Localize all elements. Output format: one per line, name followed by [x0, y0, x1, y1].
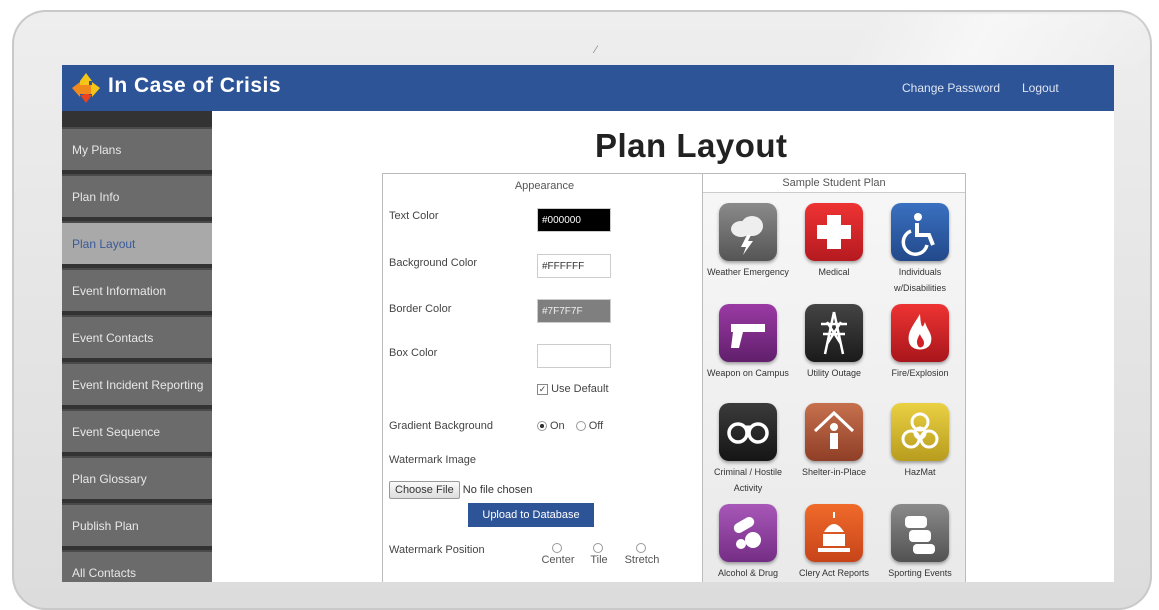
shelter-in-place-label: Shelter-in-Place	[801, 467, 867, 477]
position-stretch-option[interactable]: Stretch	[619, 542, 665, 566]
sidebar-item-publish-plan[interactable]: Publish Plan	[62, 503, 212, 546]
cars-icon	[905, 516, 935, 554]
pills-icon	[733, 517, 761, 549]
checkbox-checked-icon: ✓	[537, 383, 548, 395]
biohazard-icon	[901, 412, 939, 449]
sidebar-item-event-contacts[interactable]: Event Contacts	[62, 315, 212, 358]
fire-explosion-tile[interactable]	[891, 304, 949, 362]
clery-act-tile[interactable]	[805, 504, 863, 562]
hazmat-tile[interactable]	[891, 403, 949, 461]
sidebar-item-plan-info[interactable]: Plan Info	[62, 174, 212, 217]
gradient-radio-group: On Off	[537, 420, 603, 432]
gun-icon	[731, 324, 765, 348]
page-title: Plan Layout	[595, 127, 788, 164]
flame-icon	[908, 314, 932, 350]
text-color-input[interactable]: #000000	[537, 208, 611, 232]
weather-emergency-label: Weather Emergency	[707, 267, 789, 277]
clery-act-label: Clery Act Reports	[798, 568, 870, 578]
radio-unselected-icon	[635, 543, 646, 554]
power-tower-icon	[821, 311, 847, 355]
sample-plan-title: Sample Student Plan	[703, 174, 965, 193]
sidebar-item-all-contacts[interactable]: All Contacts	[62, 550, 212, 582]
change-password-link[interactable]: Change Password	[902, 81, 1000, 95]
disabilities-label: Individuals w/Disabilities	[893, 267, 946, 293]
alcohol-drug-label: Alcohol & Drug	[717, 568, 779, 578]
medical-cross-icon	[817, 215, 851, 249]
sidebar: My Plans Plan Info Plan Layout Event Inf…	[62, 111, 212, 582]
gradient-off-label: Off	[588, 420, 604, 432]
browser-screen: In Case of Crisis Change Password Logout…	[62, 65, 1114, 582]
watermark-position-label: Watermark Position	[389, 544, 485, 556]
radio-unselected-icon	[551, 543, 562, 554]
border-color-input[interactable]: #7F7F7F	[537, 299, 611, 323]
sporting-events-tile[interactable]	[891, 504, 949, 562]
choose-file-button[interactable]: Choose File	[389, 481, 460, 499]
gradient-label: Gradient Background	[389, 420, 493, 432]
capitol-icon	[818, 512, 850, 552]
sidebar-item-event-information[interactable]: Event Information	[62, 268, 212, 311]
position-center-option[interactable]: Center	[537, 542, 579, 566]
medical-label: Medical	[818, 267, 850, 277]
sample-plan-panel: Sample Student Plan Weather Emergency Me…	[702, 173, 966, 582]
text-color-label: Text Color	[389, 210, 439, 222]
watermark-image-label: Watermark Image	[389, 454, 477, 466]
gradient-off-radio[interactable]: Off	[575, 420, 604, 432]
logout-link[interactable]: Logout	[1022, 81, 1059, 95]
position-tile-option[interactable]: Tile	[581, 542, 617, 566]
criminal-activity-label: Criminal / Hostile Activity	[713, 467, 782, 493]
sidebar-item-event-sequence[interactable]: Event Sequence	[62, 409, 212, 452]
weapon-on-campus-tile[interactable]	[719, 304, 777, 362]
camera-icon: ⁄	[595, 44, 597, 56]
utility-outage-tile[interactable]	[805, 304, 863, 362]
criminal-activity-tile[interactable]	[719, 403, 777, 461]
no-file-label: No file chosen	[462, 484, 533, 496]
appearance-panel: Appearance Text Color #000000 Background…	[382, 173, 707, 582]
disabilities-tile[interactable]	[891, 203, 949, 261]
medical-tile[interactable]	[805, 203, 863, 261]
app-title: In Case of Crisis	[108, 74, 282, 97]
fire-explosion-label: Fire/Explosion	[891, 368, 949, 378]
app-header: In Case of Crisis Change Password Logout	[62, 65, 1114, 111]
radio-selected-icon	[537, 421, 547, 432]
utility-outage-label: Utility Outage	[806, 368, 862, 378]
sidebar-item-event-incident-reporting[interactable]: Event Incident Reporting	[62, 362, 212, 405]
sidebar-item-plan-layout[interactable]: Plan Layout	[62, 221, 212, 264]
wheelchair-icon	[901, 213, 935, 256]
sidebar-item-plan-glossary[interactable]: Plan Glossary	[62, 456, 212, 499]
sporting-events-label: Sporting Events	[888, 568, 952, 578]
logo-icon	[72, 73, 100, 103]
sidebar-item-my-plans[interactable]: My Plans	[62, 127, 212, 170]
handcuffs-icon	[727, 422, 769, 444]
shelter-icon	[813, 410, 855, 449]
weapon-on-campus-label: Weapon on Campus	[707, 368, 789, 378]
background-color-input[interactable]: #FFFFFF	[537, 254, 611, 278]
box-color-label: Box Color	[389, 347, 438, 359]
background-color-label: Background Color	[389, 257, 478, 269]
file-picker: Choose File No file chosen	[389, 481, 532, 499]
shelter-in-place-tile[interactable]	[805, 403, 863, 461]
use-default-checkbox[interactable]: ✓ Use Default	[537, 383, 609, 395]
upload-button[interactable]: Upload to Database	[468, 503, 594, 527]
appearance-title: Appearance	[514, 180, 575, 192]
hazmat-label: HazMat	[904, 467, 936, 477]
alcohol-drug-tile[interactable]	[719, 504, 777, 562]
use-default-label: Use Default	[551, 383, 609, 395]
radio-unselected-icon	[575, 421, 586, 432]
gradient-on-radio[interactable]: On	[537, 420, 565, 432]
border-color-label: Border Color	[389, 303, 452, 315]
weather-emergency-tile[interactable]	[719, 203, 777, 261]
radio-unselected-icon	[592, 543, 603, 554]
box-color-input[interactable]	[537, 344, 611, 368]
gradient-on-label: On	[550, 420, 565, 432]
storm-cloud-icon	[731, 216, 763, 255]
